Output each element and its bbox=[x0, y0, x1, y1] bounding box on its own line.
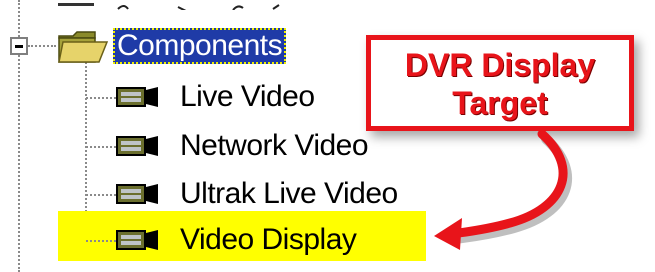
component-icon bbox=[116, 229, 160, 251]
clipped-parent-row bbox=[58, 0, 288, 10]
tree-item-network-video[interactable]: Network Video bbox=[180, 128, 369, 164]
tree-connector-folder bbox=[28, 45, 56, 47]
callout-title: DVR Display bbox=[404, 47, 596, 83]
tree-item-components[interactable]: Components bbox=[113, 28, 287, 64]
collapse-toggle[interactable] bbox=[10, 37, 28, 55]
tree-connector-item bbox=[86, 194, 116, 196]
tree-connector-item bbox=[86, 240, 116, 242]
component-icon bbox=[116, 86, 160, 108]
folder-icon bbox=[57, 30, 109, 64]
tree-connector-item bbox=[86, 97, 116, 99]
tree-item-live-video[interactable]: Live Video bbox=[180, 79, 315, 115]
component-icon bbox=[116, 135, 160, 157]
tree-item-ultrak-live-video[interactable]: Ultrak Live Video bbox=[180, 176, 398, 212]
callout-subtitle: Target bbox=[452, 85, 548, 121]
tree-connector-item bbox=[86, 146, 116, 148]
callout-arrow bbox=[434, 129, 573, 250]
component-icon bbox=[116, 183, 160, 205]
callout-box: DVR Display Target bbox=[366, 35, 634, 131]
tree-item-video-display[interactable]: Video Display bbox=[180, 222, 357, 258]
